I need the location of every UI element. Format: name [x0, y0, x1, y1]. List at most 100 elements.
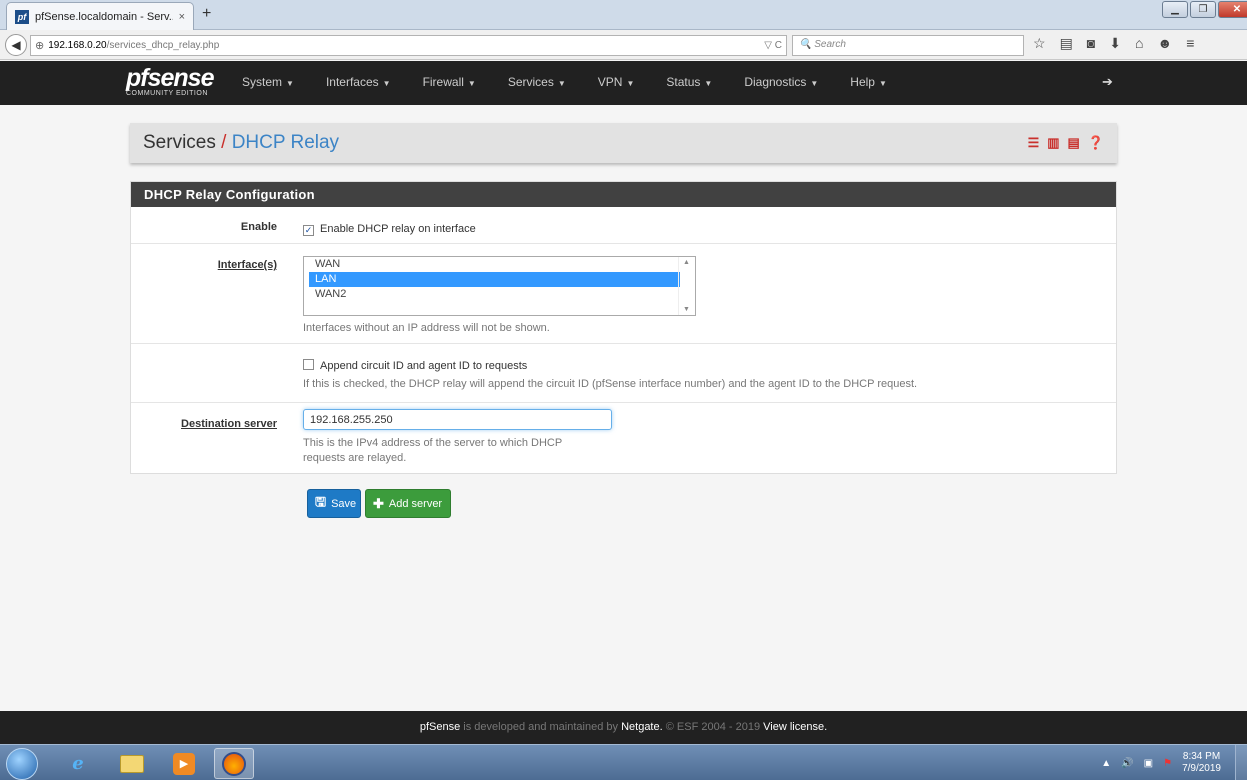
browser-tab[interactable]: pf pfSense.localdomain - Serv... ×: [6, 2, 194, 30]
append-checkbox[interactable]: [303, 359, 314, 370]
pocket-icon[interactable]: ◙: [1087, 35, 1095, 52]
save-button[interactable]: 🖫 Save: [307, 489, 361, 518]
footer-text-2: © ESF 2004 - 2019: [662, 721, 764, 733]
append-checkbox-group[interactable]: Append circuit ID and agent ID to reques…: [303, 358, 917, 372]
search-input[interactable]: 🔍 Search: [792, 35, 1024, 56]
enable-checkbox[interactable]: ✓: [303, 225, 314, 236]
firefox-icon[interactable]: [214, 748, 254, 779]
enable-text: Enable DHCP relay on interface: [320, 223, 476, 235]
append-row: Append circuit ID and agent ID to reques…: [131, 344, 1116, 403]
minimize-button[interactable]: ▁: [1162, 1, 1188, 18]
internet-explorer-icon[interactable]: e: [58, 748, 98, 779]
back-arrow-icon[interactable]: ◀: [5, 34, 27, 56]
save-label: Save: [331, 497, 357, 510]
option-lan[interactable]: LAN: [309, 272, 680, 287]
chat-icon[interactable]: ☻: [1157, 35, 1172, 52]
url-path: /services_dhcp_relay.php: [106, 40, 220, 51]
file-explorer-icon[interactable]: [112, 748, 152, 779]
settings-sliders-icon[interactable]: ☰: [1028, 135, 1040, 151]
destination-help-line-1: This is the IPv4 address of the server t…: [303, 437, 563, 449]
footer-company-link[interactable]: Netgate.: [621, 721, 663, 733]
logo-subtext: COMMUNITY EDITION: [126, 90, 208, 97]
interfaces-field: WAN LAN WAN2 ▲ ▼ Interfaces without an I…: [303, 256, 696, 334]
pfsense-logo[interactable]: pfsense COMMUNITY EDITION: [126, 66, 214, 98]
enable-label: Enable: [240, 221, 277, 233]
action-center-icon[interactable]: ⚑: [1163, 758, 1172, 769]
logout-icon[interactable]: ➔: [1102, 74, 1113, 90]
status-chart-icon[interactable]: ▥: [1047, 135, 1059, 151]
breadcrumb-current[interactable]: DHCP Relay: [232, 132, 339, 153]
dhcp-relay-panel: DHCP Relay Configuration Enable ✓ Enable …: [130, 181, 1117, 474]
footer-text-1: is developed and maintained by: [460, 721, 622, 733]
scroll-down-icon[interactable]: ▼: [683, 306, 690, 313]
page-footer: pfSense is developed and maintained by N…: [0, 711, 1247, 744]
menu-services[interactable]: Services ▼: [508, 75, 566, 89]
panel-heading: DHCP Relay Configuration: [131, 182, 1116, 207]
footer-brand[interactable]: pfSense: [420, 721, 460, 733]
download-icon[interactable]: ⬇: [1109, 35, 1121, 52]
bookmark-star-icon[interactable]: ☆: [1033, 35, 1046, 52]
tray-expand-icon[interactable]: ▲: [1101, 758, 1111, 769]
window-close-button[interactable]: ✕: [1218, 1, 1247, 18]
interfaces-label: Interface(s): [217, 259, 277, 271]
globe-icon: ⊕: [35, 40, 45, 52]
caret-down-icon: ▼: [810, 79, 819, 88]
tab-close-icon[interactable]: ×: [179, 11, 185, 23]
menu-label: Firewall: [422, 75, 464, 89]
new-tab-button[interactable]: +: [202, 5, 211, 23]
show-desktop-button[interactable]: [1235, 745, 1247, 780]
caret-down-icon: ▼: [704, 79, 713, 88]
menu-label: Help: [850, 75, 875, 89]
url-bar[interactable]: ⊕ 192.168.0.20 /services_dhcp_relay.php …: [30, 35, 787, 56]
network-icon[interactable]: ▣: [1144, 758, 1153, 769]
breadcrumb-parent[interactable]: Services: [143, 132, 216, 153]
interfaces-help: Interfaces without an IP address will no…: [303, 322, 550, 334]
search-placeholder: Search: [814, 39, 846, 50]
reading-list-icon[interactable]: ▤: [1060, 35, 1073, 52]
scroll-up-icon[interactable]: ▲: [683, 259, 690, 266]
menu-firewall[interactable]: Firewall ▼: [423, 75, 476, 89]
destination-field: This is the IPv4 address of the server t…: [303, 409, 612, 466]
caret-down-icon: ▼: [626, 79, 635, 88]
append-help: If this is checked, the DHCP relay will …: [303, 378, 918, 390]
caret-down-icon: ▼: [878, 79, 887, 88]
menu-status[interactable]: Status ▼: [666, 75, 712, 89]
maximize-button[interactable]: ❐: [1190, 1, 1216, 18]
listbox-scrollbar[interactable]: ▲ ▼: [678, 257, 695, 315]
interfaces-select[interactable]: WAN LAN WAN2 ▲ ▼: [303, 256, 696, 316]
menu-interfaces[interactable]: Interfaces ▼: [326, 75, 391, 89]
url-host: 192.168.0.20: [48, 40, 107, 51]
browser-tool-icons: ☆ ▤ ◙ ⬇ ⌂ ☻ ≡: [1033, 35, 1194, 52]
reload-icon[interactable]: ▽ C: [764, 40, 782, 51]
hamburger-menu-icon[interactable]: ≡: [1186, 35, 1194, 52]
start-button[interactable]: [6, 748, 38, 780]
menu-label: Status: [666, 75, 701, 89]
volume-icon[interactable]: 🔊: [1121, 758, 1133, 769]
footer-license-link[interactable]: View license.: [763, 721, 827, 733]
menu-help[interactable]: Help ▼: [850, 75, 887, 89]
menu-label: Services: [507, 75, 554, 89]
clock[interactable]: 8:34 PM 7/9/2019: [1182, 751, 1221, 775]
option-wan2[interactable]: WAN2: [309, 287, 680, 302]
breadcrumb-separator: /: [221, 132, 227, 153]
enable-checkbox-group[interactable]: ✓ Enable DHCP relay on interface: [303, 221, 476, 236]
help-icon[interactable]: ❓: [1088, 135, 1104, 151]
home-icon[interactable]: ⌂: [1135, 35, 1143, 52]
menu-vpn[interactable]: VPN ▼: [598, 75, 635, 89]
page-title: Services / DHCP Relay: [143, 132, 339, 154]
caret-down-icon: ▼: [382, 79, 391, 88]
menu-label: System: [242, 75, 283, 89]
browser-toolbar: ◀ ⊕ 192.168.0.20 /services_dhcp_relay.ph…: [0, 30, 1247, 60]
pfsense-favicon-icon: pf: [15, 9, 29, 24]
menu-label: Interfaces: [325, 75, 379, 89]
append-text: Append circuit ID and agent ID to reques…: [320, 360, 528, 372]
menu-diagnostics[interactable]: Diagnostics ▼: [744, 75, 818, 89]
add-server-button[interactable]: ✚ Add server: [365, 489, 451, 518]
clock-time: 8:34 PM: [1182, 751, 1221, 762]
media-player-icon[interactable]: ▶: [164, 748, 204, 779]
log-list-icon[interactable]: ▤: [1068, 135, 1080, 151]
destination-server-input[interactable]: [303, 409, 612, 430]
add-server-label: Add server: [388, 497, 443, 510]
option-wan[interactable]: WAN: [309, 257, 680, 272]
menu-system[interactable]: System ▼: [242, 75, 294, 89]
